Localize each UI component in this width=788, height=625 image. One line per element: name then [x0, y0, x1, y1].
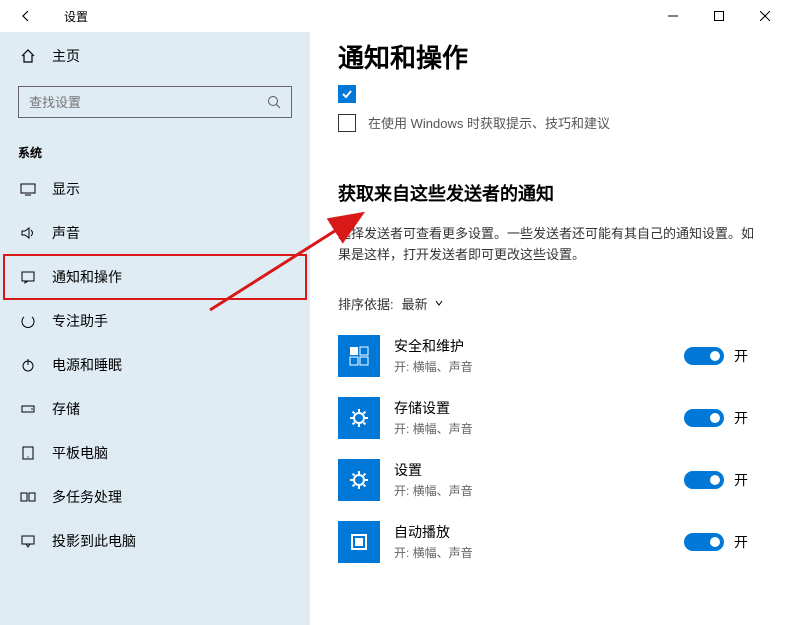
power-icon [18, 357, 38, 373]
checkbox-unchecked-icon [338, 114, 356, 132]
sender-name: 设置 [394, 460, 684, 480]
toggle-label: 开 [734, 408, 748, 428]
sidebar-item-label: 声音 [52, 223, 80, 243]
notifications-icon [18, 269, 38, 285]
sender-item[interactable]: 自动播放 开: 横幅、声音 开 [338, 511, 788, 573]
sender-item[interactable]: 设置 开: 横幅、声音 开 [338, 449, 788, 511]
toggle-label: 开 [734, 346, 748, 366]
sidebar-section-header: 系统 [18, 144, 292, 161]
sidebar-item-label: 平板电脑 [52, 443, 108, 463]
checkbox-checked-icon [338, 85, 356, 103]
tips-checkbox-label: 在使用 Windows 时获取提示、技巧和建议 [368, 113, 610, 132]
sender-sub: 开: 横幅、声音 [394, 482, 684, 499]
toggle-switch[interactable] [684, 347, 724, 365]
close-button[interactable] [742, 0, 788, 32]
sender-item[interactable]: 安全和维护 开: 横幅、声音 开 [338, 325, 788, 387]
sidebar-item-label: 通知和操作 [52, 267, 122, 287]
sidebar-item-display[interactable]: 显示 [0, 167, 310, 211]
sidebar-item-label: 专注助手 [52, 311, 108, 331]
sidebar-item-power[interactable]: 电源和睡眠 [0, 343, 310, 387]
search-input[interactable] [29, 95, 265, 110]
display-icon [18, 181, 38, 197]
sort-label: 排序依据: [338, 294, 394, 313]
sender-name: 存储设置 [394, 398, 684, 418]
window-title: 设置 [64, 8, 88, 25]
home-icon [18, 48, 38, 64]
toggle-label: 开 [734, 532, 748, 552]
search-box[interactable] [18, 86, 292, 118]
sender-list: 安全和维护 开: 横幅、声音 开 存储设置 开: 横幅、声音 [338, 325, 788, 573]
tips-checkbox-row[interactable]: 在使用 Windows 时获取提示、技巧和建议 [338, 113, 788, 132]
sort-dropdown[interactable]: 排序依据: 最新 [338, 294, 788, 313]
senders-section-desc: 选择发送者可查看更多设置。一些发送者还可能有其自己的通知设置。如果是这样，打开发… [338, 224, 758, 266]
storage-icon [18, 401, 38, 417]
sender-app-icon [338, 335, 380, 377]
sidebar-item-storage[interactable]: 存储 [0, 387, 310, 431]
sidebar-item-multitask[interactable]: 多任务处理 [0, 475, 310, 519]
multitask-icon [18, 489, 38, 505]
window-controls [650, 0, 788, 32]
sender-sub: 开: 横幅、声音 [394, 420, 684, 437]
chevron-down-icon [434, 298, 444, 308]
sender-item[interactable]: 存储设置 开: 横幅、声音 开 [338, 387, 788, 449]
sender-name: 安全和维护 [394, 336, 684, 356]
search-icon [265, 95, 283, 109]
obscured-setting-row[interactable] [338, 85, 788, 103]
sidebar-item-sound[interactable]: 声音 [0, 211, 310, 255]
sidebar: 主页 系统 显示 声音 通知和操作 专注助手 电源和睡眠 [0, 32, 310, 625]
sound-icon [18, 225, 38, 241]
sidebar-item-label: 电源和睡眠 [52, 355, 122, 375]
sender-name: 自动播放 [394, 522, 684, 542]
home-label: 主页 [52, 46, 80, 66]
sender-app-icon [338, 397, 380, 439]
sidebar-item-label: 投影到此电脑 [52, 531, 136, 551]
sidebar-item-focus[interactable]: 专注助手 [0, 299, 310, 343]
focus-icon [18, 313, 38, 329]
sender-sub: 开: 横幅、声音 [394, 358, 684, 375]
back-button[interactable] [14, 4, 38, 28]
sidebar-item-tablet[interactable]: 平板电脑 [0, 431, 310, 475]
sidebar-item-label: 多任务处理 [52, 487, 122, 507]
page-title: 通知和操作 [338, 38, 788, 75]
sidebar-item-label: 显示 [52, 179, 80, 199]
titlebar: 设置 [0, 0, 788, 32]
sidebar-item-label: 存储 [52, 399, 80, 419]
senders-section-title: 获取来自这些发送者的通知 [338, 180, 788, 206]
sidebar-item-project[interactable]: 投影到此电脑 [0, 519, 310, 563]
sender-sub: 开: 横幅、声音 [394, 544, 684, 561]
sort-value: 最新 [402, 294, 428, 313]
main-content: 通知和操作 在使用 Windows 时获取提示、技巧和建议 获取来自这些发送者的… [310, 32, 788, 625]
toggle-switch[interactable] [684, 471, 724, 489]
tablet-icon [18, 445, 38, 461]
toggle-switch[interactable] [684, 533, 724, 551]
sidebar-item-notifications[interactable]: 通知和操作 [4, 255, 306, 299]
maximize-button[interactable] [696, 0, 742, 32]
sender-app-icon [338, 459, 380, 501]
toggle-label: 开 [734, 470, 748, 490]
project-icon [18, 533, 38, 549]
sender-app-icon [338, 521, 380, 563]
toggle-switch[interactable] [684, 409, 724, 427]
minimize-button[interactable] [650, 0, 696, 32]
home-link[interactable]: 主页 [0, 40, 310, 72]
